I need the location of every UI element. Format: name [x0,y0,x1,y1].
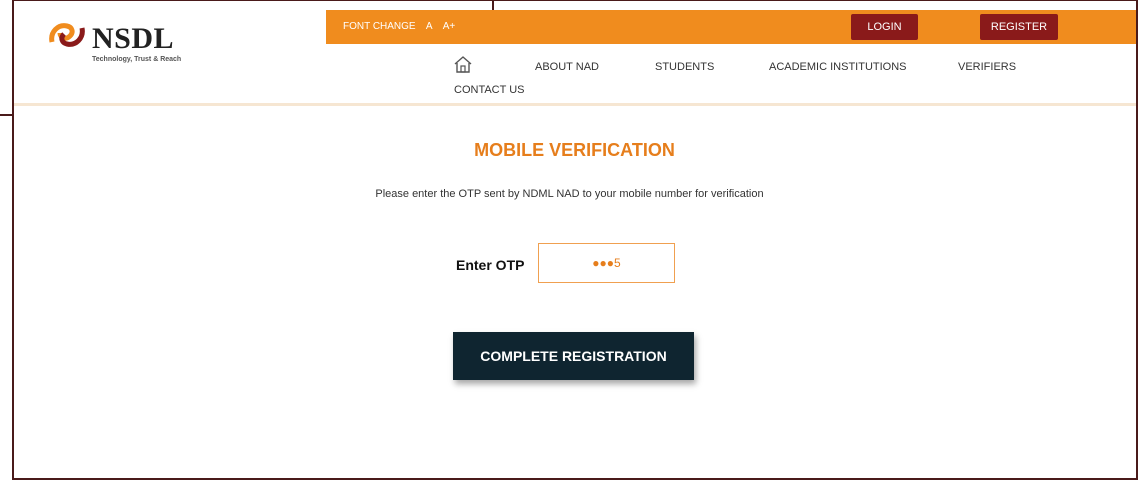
register-button[interactable]: REGISTER [980,14,1058,40]
frame-tick [492,0,494,10]
logo-tagline: Technology, Trust & Reach [92,56,182,63]
frame-right-border [1136,0,1138,480]
font-decrease-button[interactable]: A [426,21,433,32]
home-icon[interactable] [453,55,473,75]
font-change-control: FONT CHANGE A A+ [343,21,463,32]
otp-input[interactable] [538,243,675,283]
nav-item-students[interactable]: STUDENTS [655,61,714,73]
main-nav: ABOUT NAD STUDENTS ACADEMIC INSTITUTIONS… [326,44,1136,104]
nav-item-academic-institutions[interactable]: ACADEMIC INSTITUTIONS [769,61,907,73]
page-title: MOBILE VERIFICATION [474,140,675,160]
nav-item-contact-us[interactable]: CONTACT US [454,84,525,96]
font-change-label: FONT CHANGE [343,21,416,32]
nav-item-about-nad[interactable]: ABOUT NAD [535,61,599,73]
font-increase-button[interactable]: A+ [443,21,456,32]
login-button[interactable]: LOGIN [851,14,918,40]
frame-top-border [14,0,1138,1]
top-bar: FONT CHANGE A A+ LOGIN REGISTER [326,10,1136,44]
nav-item-verifiers[interactable]: VERIFIERS [958,61,1016,73]
nsdl-logo-icon [49,23,85,47]
logo-text: NSDL [92,22,175,55]
frame-left-border [12,0,14,480]
nav-divider [14,103,1136,106]
frame-corner-line [0,114,14,116]
otp-instructions: Please enter the OTP sent by NDML NAD to… [375,188,764,200]
nsdl-logo[interactable]: NSDL Technology, Trust & Reach [48,18,198,68]
complete-registration-button[interactable]: COMPLETE REGISTRATION [453,332,694,380]
otp-label: Enter OTP [456,257,525,273]
